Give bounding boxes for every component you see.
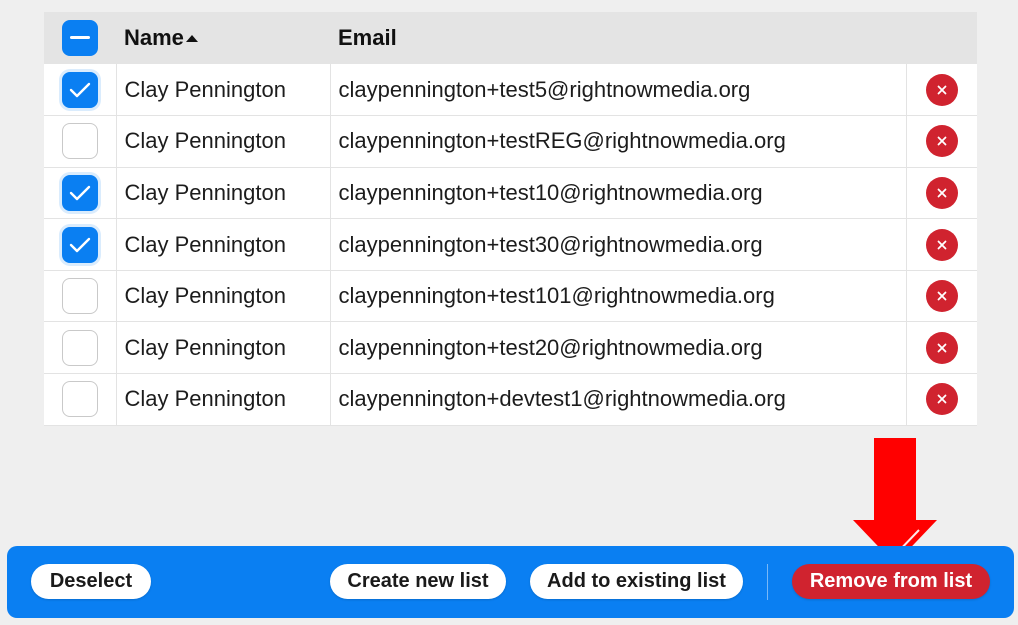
- email-cell: claypennington+test10@rightnowmedia.org: [329, 167, 906, 219]
- create-new-list-button[interactable]: Create new list: [330, 564, 506, 599]
- table-row: Clay Pennington claypennington+test20@rig…: [44, 321, 977, 374]
- close-icon: [937, 188, 946, 198]
- row-checkbox[interactable]: [62, 123, 98, 160]
- remove-row-button[interactable]: [925, 331, 958, 364]
- email-cell: claypennington+devtest1@rightnowmedia.or…: [329, 373, 906, 426]
- checkmark-icon: [69, 237, 91, 252]
- remove-row-button[interactable]: [925, 383, 958, 416]
- table-row: Clay Pennington claypennington+test10@rig…: [44, 167, 977, 219]
- remove-row-button[interactable]: [925, 176, 958, 209]
- checkmark-icon: [69, 82, 91, 97]
- close-icon: [937, 136, 946, 146]
- email-cell: claypennington+test101@rightnowmedia.org: [329, 270, 906, 322]
- row-checkbox[interactable]: [62, 71, 98, 108]
- bulk-actions-toolbar: Deselect Create new list Add to existing…: [7, 546, 1014, 618]
- table-row: Clay Pennington claypennington+testREG@ri…: [44, 115, 977, 168]
- recipients-table: Name Email Clay Pennington claypennington…: [44, 12, 977, 426]
- name-cell: Clay Pennington: [115, 321, 330, 374]
- row-checkbox[interactable]: [62, 226, 98, 263]
- toolbar-divider: [767, 564, 768, 600]
- close-icon: [937, 291, 946, 301]
- actions-column-header: [906, 12, 977, 64]
- row-checkbox[interactable]: [62, 381, 98, 418]
- remove-row-button[interactable]: [925, 228, 958, 261]
- row-checkbox[interactable]: [62, 174, 98, 211]
- close-icon: [937, 343, 946, 353]
- sort-ascending-icon: [185, 35, 198, 42]
- table-row: Clay Pennington claypennington+devtest1@r…: [44, 373, 977, 426]
- email-cell: claypennington+test20@rightnowmedia.org: [329, 321, 906, 374]
- email-cell: claypennington+test30@rightnowmedia.org: [329, 218, 906, 271]
- remove-row-button[interactable]: [925, 125, 958, 158]
- name-cell: Clay Pennington: [115, 115, 330, 168]
- name-cell: Clay Pennington: [115, 167, 330, 219]
- name-column-header[interactable]: Name: [116, 12, 330, 64]
- page: Name Email Clay Pennington claypennington…: [0, 0, 1018, 625]
- select-all-checkbox[interactable]: [62, 20, 98, 56]
- remove-from-list-button[interactable]: Remove from list: [792, 564, 990, 599]
- deselect-button[interactable]: Deselect: [31, 564, 151, 599]
- email-column-header: Email: [330, 12, 906, 64]
- email-cell: claypennington+test5@rightnowmedia.org: [329, 64, 906, 116]
- add-to-existing-list-button[interactable]: Add to existing list: [530, 564, 743, 599]
- minus-icon: [70, 36, 90, 39]
- table-row: Clay Pennington claypennington+test5@righ…: [44, 64, 977, 116]
- remove-row-button[interactable]: [925, 280, 958, 313]
- table-header-row: Name Email: [44, 12, 977, 64]
- table-row: Clay Pennington claypennington+test101@ri…: [44, 270, 977, 322]
- close-icon: [937, 240, 946, 249]
- close-icon: [937, 394, 946, 404]
- name-cell: Clay Pennington: [115, 64, 330, 116]
- name-cell: Clay Pennington: [115, 218, 330, 271]
- close-icon: [937, 85, 946, 94]
- checkmark-icon: [69, 185, 91, 201]
- name-header-label: Name: [124, 25, 184, 50]
- name-cell: Clay Pennington: [115, 373, 330, 426]
- name-cell: Clay Pennington: [115, 270, 330, 322]
- row-checkbox[interactable]: [62, 329, 98, 366]
- table-row: Clay Pennington claypennington+test30@rig…: [44, 218, 977, 271]
- email-cell: claypennington+testREG@rightnowmedia.org: [329, 115, 906, 168]
- row-checkbox[interactable]: [62, 278, 98, 315]
- remove-row-button[interactable]: [925, 73, 958, 106]
- email-header-label: Email: [338, 25, 397, 50]
